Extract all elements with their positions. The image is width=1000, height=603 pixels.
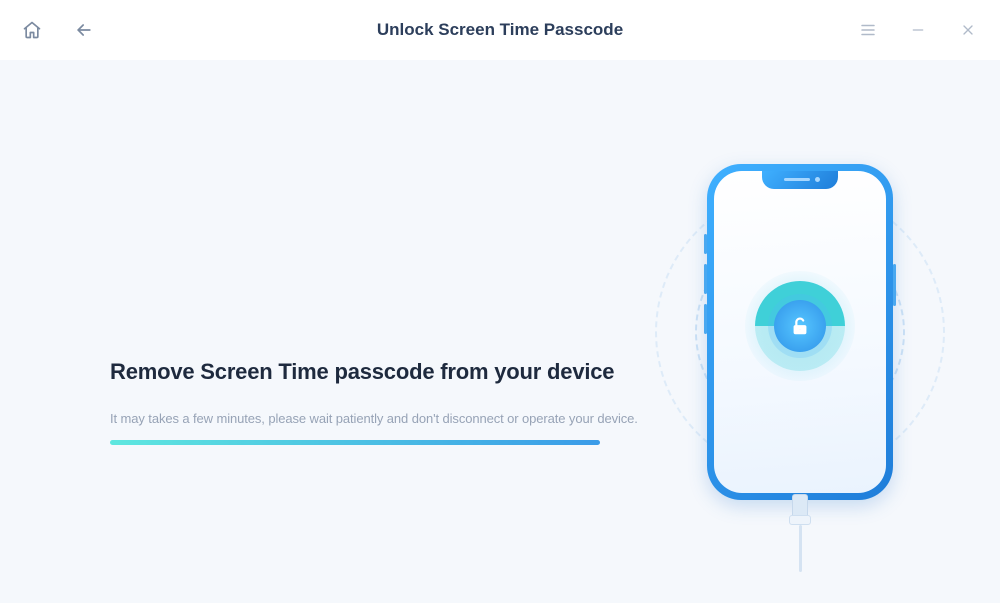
phone-screen xyxy=(714,171,886,493)
close-icon xyxy=(960,22,976,38)
titlebar: Unlock Screen Time Passcode xyxy=(0,0,1000,60)
center-graphic xyxy=(740,266,860,386)
unlock-badge xyxy=(774,300,826,352)
back-button[interactable] xyxy=(72,18,96,42)
close-button[interactable] xyxy=(956,18,980,42)
page-heading: Remove Screen Time passcode from your de… xyxy=(110,359,640,385)
menu-button[interactable] xyxy=(856,18,880,42)
content-area: Remove Screen Time passcode from your de… xyxy=(0,60,1000,603)
phone-side-button-icon xyxy=(704,234,707,254)
menu-icon xyxy=(859,21,877,39)
phone-icon xyxy=(707,164,893,500)
titlebar-left xyxy=(20,18,96,42)
unlock-icon xyxy=(789,315,811,337)
illustration-column xyxy=(640,100,960,563)
home-button[interactable] xyxy=(20,18,44,42)
cable-icon xyxy=(788,494,812,572)
arrow-left-icon xyxy=(74,20,94,40)
page-subtext: It may takes a few minutes, please wait … xyxy=(110,411,640,426)
phone-illustration xyxy=(640,122,960,542)
titlebar-right xyxy=(856,18,980,42)
minimize-button[interactable] xyxy=(906,18,930,42)
phone-side-button-icon xyxy=(704,264,707,294)
phone-side-button-icon xyxy=(704,304,707,334)
home-icon xyxy=(22,20,42,40)
phone-side-button-icon xyxy=(893,264,896,306)
minimize-icon xyxy=(910,22,926,38)
text-column: Remove Screen Time passcode from your de… xyxy=(110,219,640,445)
window-title: Unlock Screen Time Passcode xyxy=(377,20,623,40)
progress-bar xyxy=(110,440,600,445)
phone-notch-icon xyxy=(762,171,838,189)
